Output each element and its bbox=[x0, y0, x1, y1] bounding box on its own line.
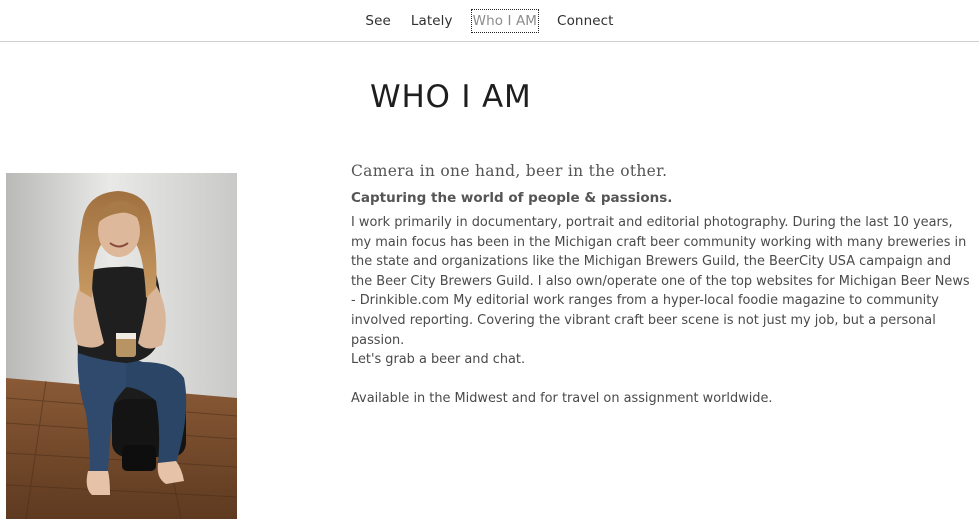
nav-link-see[interactable]: See bbox=[364, 10, 391, 32]
bio-paragraph: I work primarily in documentary, portrai… bbox=[351, 215, 970, 348]
nav-link-lately[interactable]: Lately bbox=[410, 10, 454, 32]
cta-text: Let's grab a beer and chat. bbox=[351, 352, 526, 368]
nav-link-who-i-am[interactable]: Who I AM bbox=[470, 9, 540, 33]
page-title: WHO I AM bbox=[370, 79, 532, 115]
about-body: I work primarily in documentary, portrai… bbox=[351, 213, 976, 409]
subhead: Capturing the world of people & passions… bbox=[351, 190, 673, 206]
nav-items: See Lately Who I AM Connect bbox=[0, 0, 979, 42]
nav-link-connect[interactable]: Connect bbox=[556, 10, 615, 32]
top-nav: See Lately Who I AM Connect bbox=[0, 0, 979, 42]
availability-text: Available in the Midwest and for travel … bbox=[351, 391, 773, 407]
portrait-photo bbox=[6, 173, 237, 519]
about-content: Camera in one hand, beer in the other. C… bbox=[351, 160, 976, 409]
portrait-photo-illustration bbox=[6, 173, 237, 519]
tagline: Camera in one hand, beer in the other. bbox=[351, 162, 668, 180]
